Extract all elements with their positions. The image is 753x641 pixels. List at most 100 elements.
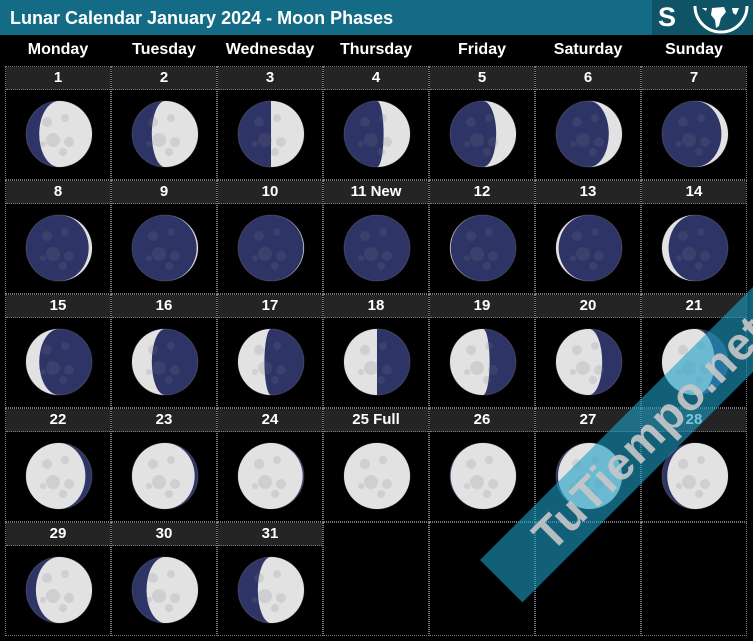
day-number: 12 [430,181,534,204]
day-cell[interactable]: 19 [429,294,535,408]
day-number: 3 [218,67,322,90]
day-cell[interactable]: 24 [217,408,323,522]
moon-phase-icon [661,100,729,168]
day-number: 22 [6,409,110,432]
moon-phase-icon [131,328,199,396]
day-number: 30 [112,523,216,546]
day-number: 19 [430,295,534,318]
day-number: 24 [218,409,322,432]
day-number: 11 New [324,181,428,204]
moon-phase-icon [25,214,93,282]
day-cell[interactable]: 7 [641,66,747,180]
moon-phase-icon [25,328,93,396]
day-cell[interactable]: 8 [5,180,111,294]
moon-phase-icon [25,100,93,168]
day-number: 14 [642,181,746,204]
day-cell[interactable]: 12 [429,180,535,294]
day-number: 15 [6,295,110,318]
moon-phase-icon [555,100,623,168]
day-cell[interactable]: 16 [111,294,217,408]
day-number: 13 [536,181,640,204]
day-cell[interactable]: 6 [535,66,641,180]
moon-phase-icon [343,442,411,510]
day-number: 23 [112,409,216,432]
day-cell[interactable]: 29 [5,522,111,636]
day-cell[interactable]: 3 [217,66,323,180]
day-number: 9 [112,181,216,204]
weekday-friday: Friday [457,41,506,58]
day-cell[interactable]: 5 [429,66,535,180]
moon-phase-icon [131,100,199,168]
day-number: 26 [430,409,534,432]
weekday-saturday: Saturday [553,41,623,58]
day-number: 18 [324,295,428,318]
moon-lit-portion [450,329,490,395]
day-cell[interactable]: 18 [323,294,429,408]
day-cell[interactable]: 20 [535,294,641,408]
day-cell[interactable]: 31 [217,522,323,636]
empty-cell [323,522,429,636]
day-cell[interactable]: 11 New [323,180,429,294]
moon-phase-icon [555,328,623,396]
day-number: 25 Full [324,409,428,432]
moon-phase-icon [131,556,199,624]
day-cell[interactable]: 26 [429,408,535,522]
hemisphere-toggle[interactable]: S [652,0,753,35]
day-number: 17 [218,295,322,318]
moon-phase-icon [237,100,305,168]
moon-phase-icon [237,442,305,510]
day-cell[interactable]: 4 [323,66,429,180]
day-number: 1 [6,67,110,90]
day-cell[interactable]: 1 [5,66,111,180]
moon-phase-icon [343,328,411,396]
moon-phase-icon [661,214,729,282]
weekday-thursday: Thursday [339,41,412,58]
moon-phase-icon [343,214,411,282]
day-cell[interactable]: 13 [535,180,641,294]
day-number: 6 [536,67,640,90]
day-cell[interactable]: 14 [641,180,747,294]
hemisphere-label: S [658,2,677,32]
day-number: 7 [642,67,746,90]
globe-southern-hemisphere-icon [693,5,749,34]
page-title: Lunar Calendar January 2024 - Moon Phase… [10,8,394,28]
day-number: 29 [6,523,110,546]
day-number: 4 [324,67,428,90]
weekday-monday: Monday [27,41,89,58]
moon-phase-icon [555,214,623,282]
day-cell[interactable]: 25 Full [323,408,429,522]
day-number: 31 [218,523,322,546]
moon-lit-portion [556,329,603,395]
moon-phase-icon [449,100,517,168]
weekday-sunday: Sunday [665,41,723,58]
moon-lit-portion [271,101,304,167]
day-cell[interactable]: 2 [111,66,217,180]
moon-phase-icon [343,100,411,168]
day-number: 20 [536,295,640,318]
weekday-header-row: Monday Tuesday Wednesday Thursday Friday Satu… [0,35,753,65]
day-number: 5 [430,67,534,90]
moon-lit-portion [39,101,92,167]
moon-lit-portion [35,557,92,623]
moon-phase-icon [449,442,517,510]
day-number: 16 [112,295,216,318]
day-cell[interactable]: 17 [217,294,323,408]
moon-lit-portion [146,557,198,623]
day-cell[interactable]: 22 [5,408,111,522]
weekday-tuesday: Tuesday [132,41,196,58]
title-bar: Lunar Calendar January 2024 - Moon Phase… [0,0,753,35]
moon-phase-icon [237,556,305,624]
moon-phase-icon [449,328,517,396]
moon-phase-icon [237,328,305,396]
moon-phase-icon [131,214,199,282]
day-number: 10 [218,181,322,204]
day-cell[interactable]: 30 [111,522,217,636]
day-cell[interactable]: 10 [217,180,323,294]
day-cell[interactable]: 23 [111,408,217,522]
day-cell[interactable]: 9 [111,180,217,294]
moon-phase-icon [449,214,517,282]
empty-cell [641,522,747,636]
moon-phase-icon [237,214,305,282]
day-cell[interactable]: 15 [5,294,111,408]
weekday-wednesday: Wednesday [225,41,315,58]
